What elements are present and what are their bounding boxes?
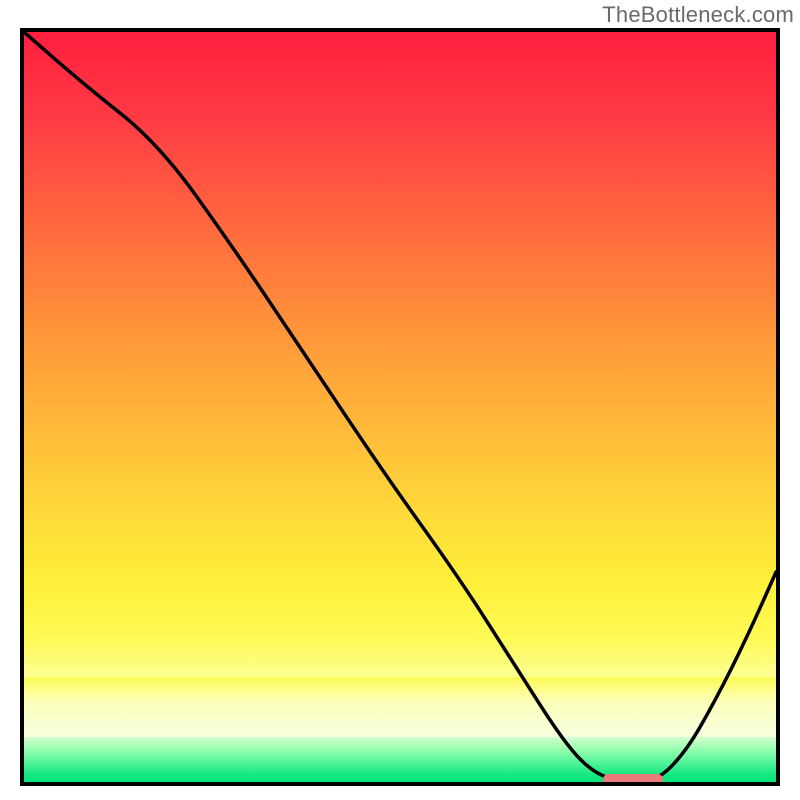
optimal-range-marker [603,774,663,785]
plot-area [20,28,780,786]
watermark-text: TheBottleneck.com [602,2,794,28]
curve-path [24,32,776,782]
bottleneck-curve [24,32,776,782]
chart-frame: TheBottleneck.com [0,0,800,800]
